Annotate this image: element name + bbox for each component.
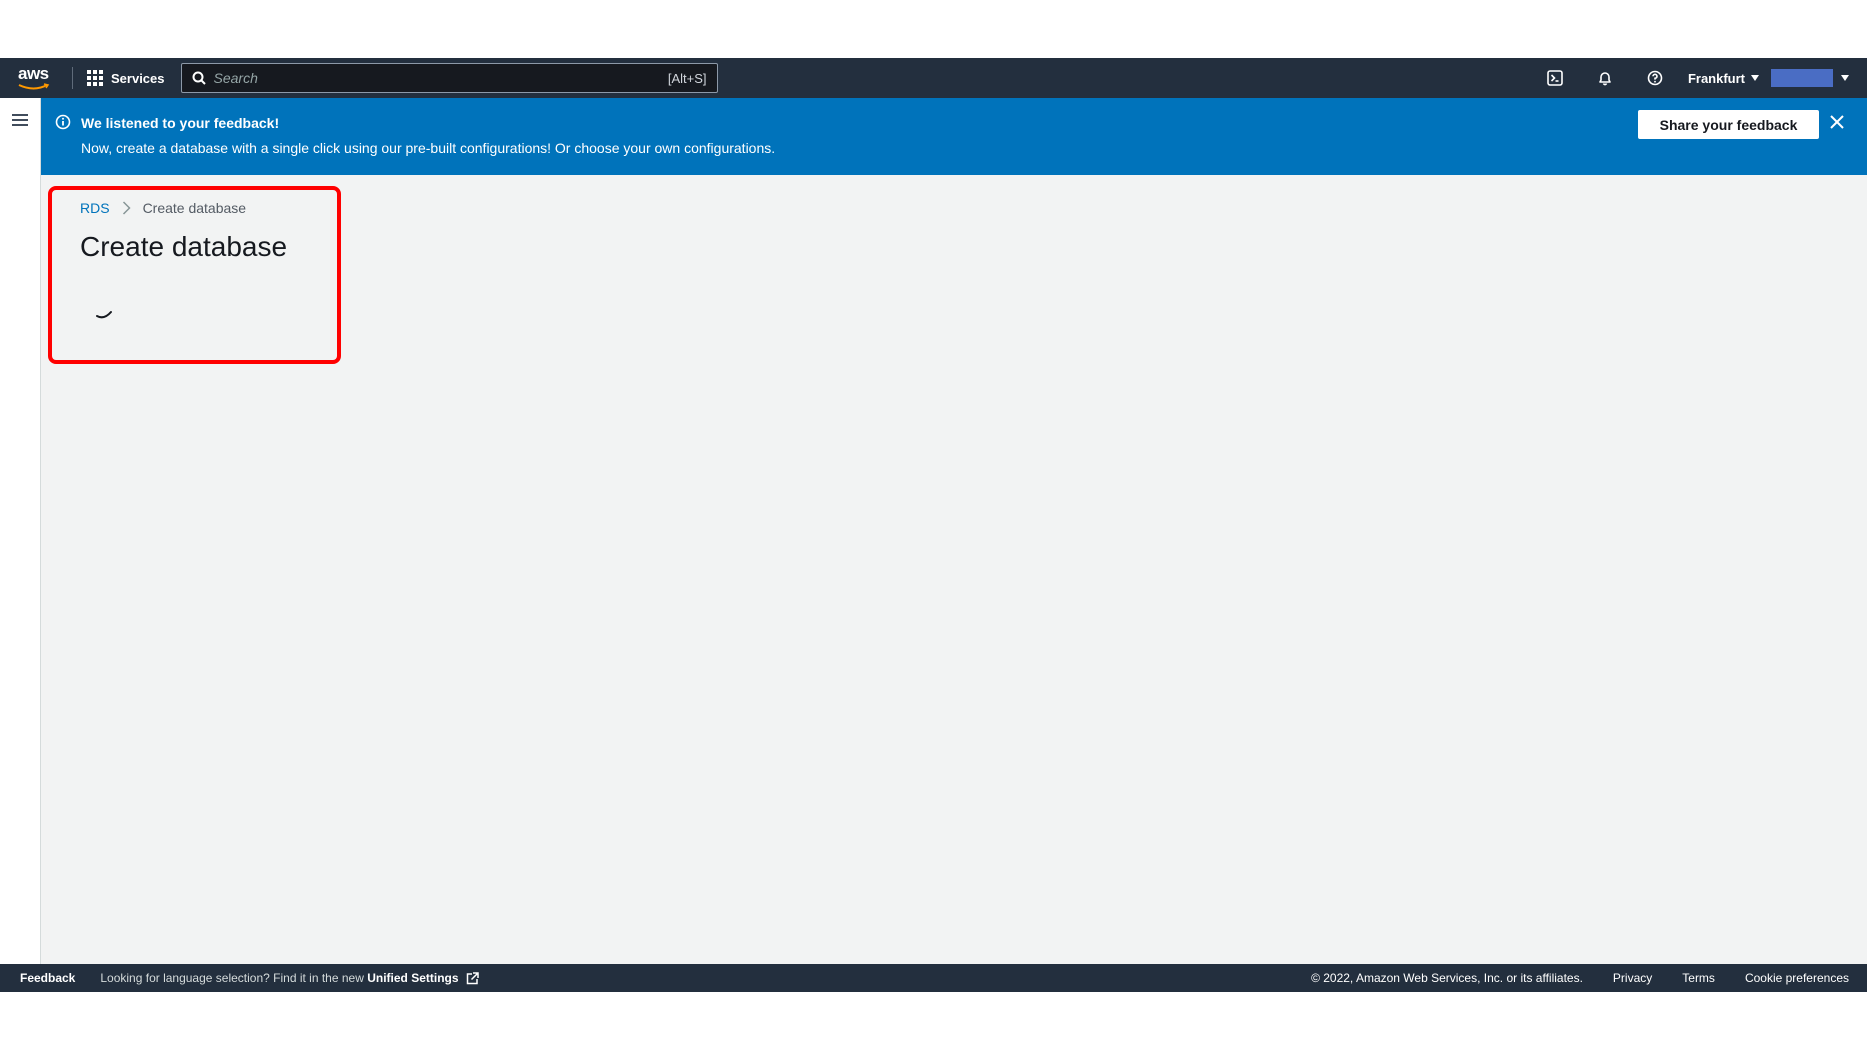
grid-icon bbox=[87, 70, 103, 86]
search-shortcut: [Alt+S] bbox=[667, 70, 707, 86]
help-icon bbox=[1647, 70, 1663, 86]
services-label: Services bbox=[111, 70, 165, 86]
notifications-button[interactable] bbox=[1580, 58, 1630, 98]
account-name-redacted bbox=[1771, 69, 1833, 87]
aws-logo-text: aws bbox=[18, 64, 49, 83]
cookie-preferences-link[interactable]: Cookie preferences bbox=[1745, 971, 1849, 985]
account-menu[interactable] bbox=[1771, 69, 1849, 87]
feedback-banner: We listened to your feedback! Now, creat… bbox=[41, 98, 1867, 175]
footer-feedback-link[interactable]: Feedback bbox=[20, 971, 75, 985]
services-menu-button[interactable]: Services bbox=[87, 58, 165, 98]
divider bbox=[72, 67, 73, 89]
side-navigation bbox=[0, 98, 41, 964]
bell-icon bbox=[1599, 72, 1611, 86]
top-navigation-bar: aws Services [Alt+S] bbox=[0, 58, 1867, 98]
privacy-link[interactable]: Privacy bbox=[1613, 971, 1652, 985]
language-hint-text: Looking for language selection? Find it … bbox=[100, 970, 364, 985]
share-feedback-button[interactable]: Share your feedback bbox=[1638, 110, 1819, 139]
copyright-text: © 2022, Amazon Web Services, Inc. or its… bbox=[1311, 971, 1583, 985]
unified-settings-link[interactable]: Unified Settings bbox=[367, 971, 458, 985]
search-box[interactable]: [Alt+S] bbox=[180, 63, 718, 93]
aws-logo[interactable]: aws bbox=[16, 58, 66, 98]
banner-message: Now, create a database with a single cli… bbox=[81, 140, 776, 156]
search-icon bbox=[192, 71, 206, 85]
caret-down-icon bbox=[1751, 75, 1759, 81]
info-icon bbox=[55, 114, 71, 130]
search-input[interactable] bbox=[213, 70, 668, 86]
banner-title: We listened to your feedback! bbox=[81, 115, 280, 131]
terms-link[interactable]: Terms bbox=[1682, 971, 1715, 985]
footer: Feedback Looking for language selection?… bbox=[0, 964, 1867, 992]
cloudshell-button[interactable] bbox=[1530, 58, 1580, 98]
region-label: Frankfurt bbox=[1687, 70, 1745, 86]
menu-icon[interactable] bbox=[12, 114, 28, 129]
aws-smile-icon bbox=[18, 83, 50, 90]
external-link-icon bbox=[466, 972, 479, 985]
highlight-box bbox=[48, 186, 341, 364]
caret-down-icon bbox=[1841, 75, 1849, 81]
help-button[interactable] bbox=[1630, 58, 1680, 98]
region-selector[interactable]: Frankfurt bbox=[1688, 71, 1759, 86]
language-hint: Looking for language selection? Find it … bbox=[100, 971, 479, 985]
cloudshell-icon bbox=[1547, 70, 1563, 86]
close-icon[interactable] bbox=[1830, 115, 1844, 129]
main-content: RDS Create database Create database bbox=[41, 175, 1867, 964]
